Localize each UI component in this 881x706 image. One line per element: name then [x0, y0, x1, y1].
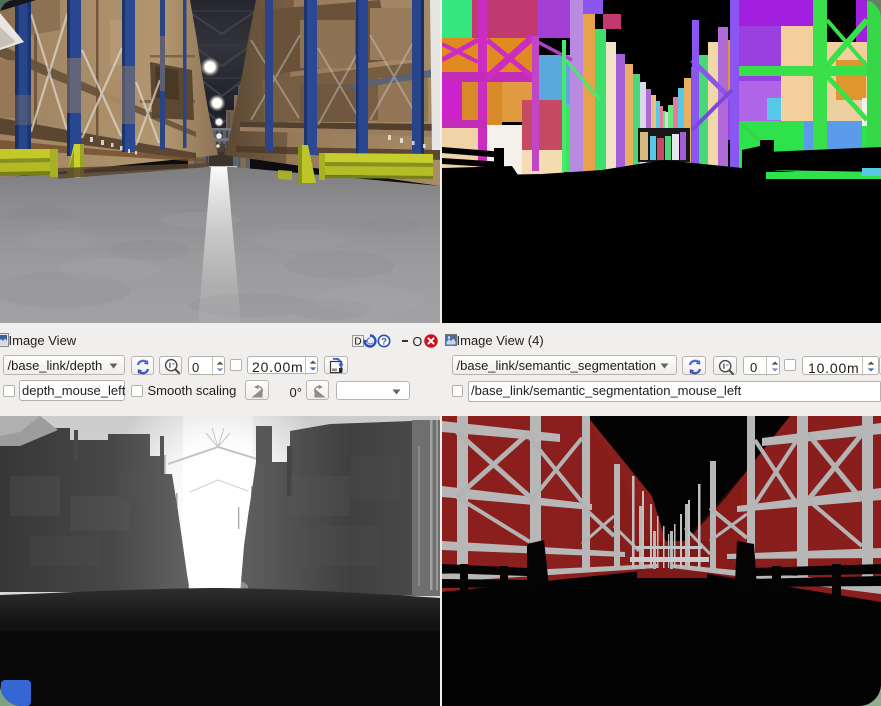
svg-text:?: ? — [381, 336, 387, 347]
svg-text:D: D — [354, 336, 361, 347]
